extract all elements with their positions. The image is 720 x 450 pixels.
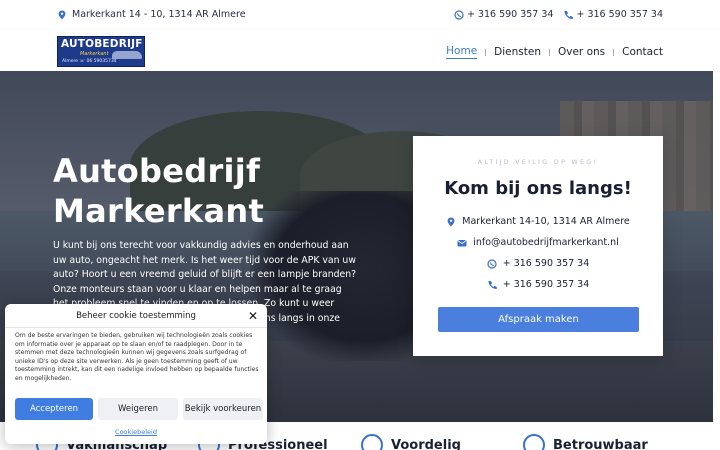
nav-home[interactable]: Home bbox=[446, 45, 478, 59]
topbar-phone[interactable]: + 316 590 357 34 bbox=[563, 9, 663, 20]
cookie-policy-link[interactable]: Cookiebeleid bbox=[5, 428, 267, 436]
tag-icon bbox=[361, 434, 383, 450]
handshake-icon bbox=[523, 434, 545, 450]
card-tagline: ALTIJD VEILIG OP WEG! bbox=[477, 158, 599, 166]
card-title: Kom bij ons langs! bbox=[444, 178, 632, 199]
nav-contact[interactable]: Contact bbox=[622, 46, 663, 58]
site-logo[interactable]: AUTOBEDRIJF Markerkant Almere ☏ 06 59035… bbox=[57, 36, 145, 67]
main-header: AUTOBEDRIJF Markerkant Almere ☏ 06 59035… bbox=[0, 30, 720, 71]
nav-divider bbox=[485, 48, 487, 56]
top-contact-bar: Markerkant 14 - 10, 1314 AR Almere + 316… bbox=[0, 0, 720, 30]
accept-button[interactable]: Accepteren bbox=[15, 398, 93, 420]
topbar-whatsapp-text: + 316 590 357 34 bbox=[466, 9, 554, 20]
map-pin-icon bbox=[447, 217, 455, 226]
card-phone[interactable]: + 316 590 357 34 bbox=[413, 279, 663, 290]
card-phone-text: + 316 590 357 34 bbox=[502, 279, 590, 290]
card-whatsapp[interactable]: + 316 590 357 34 bbox=[413, 258, 663, 269]
map-pin-icon bbox=[58, 10, 66, 19]
nav-divider bbox=[613, 48, 615, 56]
card-address[interactable]: Markerkant 14-10, 1314 AR Almere bbox=[413, 216, 663, 227]
logo-sub: Markerkant bbox=[80, 51, 109, 57]
logo-name: AUTOBEDRIJF bbox=[61, 38, 143, 50]
card-address-text: Markerkant 14-10, 1314 AR Almere bbox=[462, 216, 630, 227]
whatsapp-icon bbox=[454, 9, 464, 20]
cookie-consent-dialog: Beheer cookie toestemming ✕ Om de beste … bbox=[5, 304, 267, 444]
card-email-text: info@autobedrijfmarkerkant.nl bbox=[473, 237, 619, 248]
close-icon[interactable]: ✕ bbox=[248, 309, 258, 323]
nav-diensten[interactable]: Diensten bbox=[494, 46, 541, 58]
feature-label: Voordelig bbox=[391, 437, 461, 450]
card-whatsapp-text: + 316 590 357 34 bbox=[502, 258, 590, 269]
main-nav: Home Diensten Over ons Contact bbox=[446, 45, 663, 59]
topbar-whatsapp[interactable]: + 316 590 357 34 bbox=[454, 9, 554, 20]
logo-car-icon bbox=[112, 51, 142, 59]
envelope-icon bbox=[457, 239, 467, 246]
appointment-button[interactable]: Afspraak maken bbox=[438, 307, 639, 332]
contact-card: ALTIJD VEILIG OP WEG! Kom bij ons langs!… bbox=[413, 136, 663, 356]
nav-divider bbox=[548, 48, 550, 56]
topbar-address-text: Markerkant 14 - 10, 1314 AR Almere bbox=[72, 9, 246, 20]
card-email[interactable]: info@autobedrijfmarkerkant.nl bbox=[413, 237, 663, 248]
deny-button[interactable]: Weigeren bbox=[98, 398, 178, 420]
nav-over-ons[interactable]: Over ons bbox=[558, 46, 605, 58]
logo-line: Almere ☏ 06 59035734 bbox=[62, 59, 117, 64]
phone-icon bbox=[564, 10, 574, 19]
topbar-address[interactable]: Markerkant 14 - 10, 1314 AR Almere bbox=[57, 9, 246, 20]
whatsapp-icon bbox=[487, 258, 497, 269]
hero-title: Autobedrijf Markerkant bbox=[53, 152, 265, 230]
feature-betrouwbaar: Betrouwbaar bbox=[523, 434, 648, 450]
phone-icon bbox=[488, 280, 497, 289]
cookie-title: Beheer cookie toestemming bbox=[76, 311, 196, 321]
feature-voordelig: Voordelig bbox=[361, 434, 461, 450]
feature-label: Betrouwbaar bbox=[553, 437, 648, 450]
cookie-divider bbox=[5, 327, 267, 328]
preferences-button[interactable]: Bekijk voorkeuren bbox=[183, 398, 263, 420]
topbar-phone-text: + 316 590 357 34 bbox=[576, 9, 663, 20]
cookie-text: Om de beste ervaringen te bieden, gebrui… bbox=[15, 332, 259, 382]
